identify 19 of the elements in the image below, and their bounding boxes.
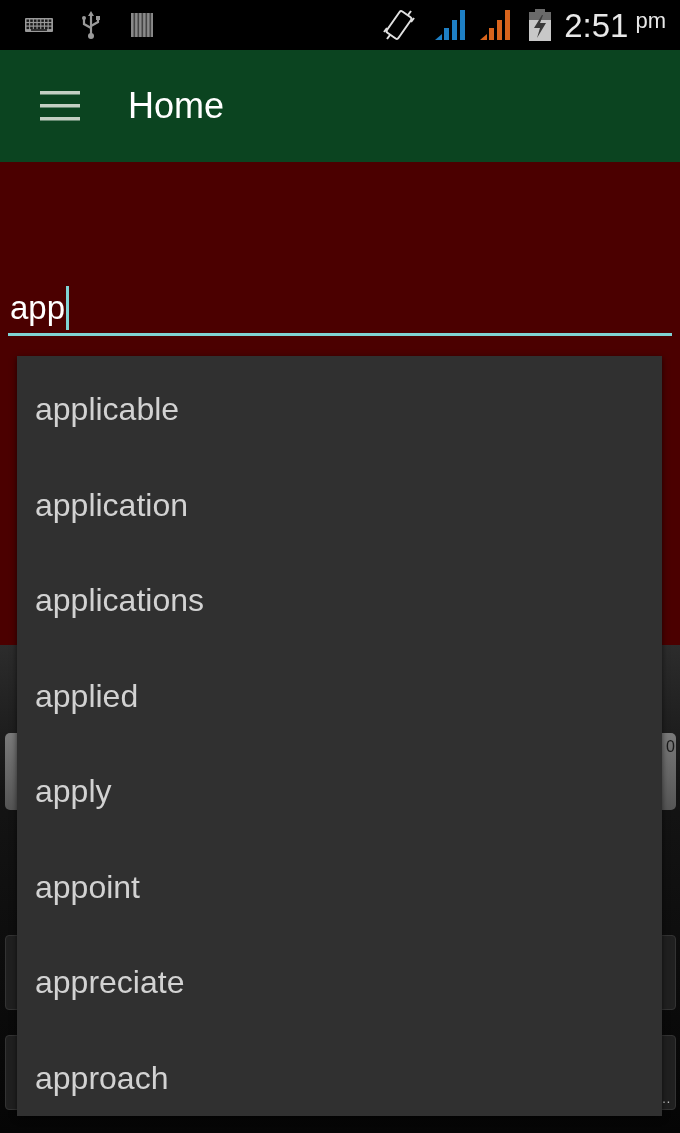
suggestion-item[interactable]: appoint (17, 839, 662, 935)
battery-charging-icon (529, 9, 552, 41)
text-field[interactable]: app (8, 282, 672, 336)
suggestion-item[interactable]: applicable (17, 362, 662, 458)
suggestion-item[interactable]: appreciate (17, 935, 662, 1031)
suggestion-item[interactable]: applications (17, 553, 662, 649)
usb-icon (81, 11, 101, 39)
clock-time: 2:51 (564, 8, 629, 42)
clock-suffix: pm (635, 10, 666, 32)
suggestion-item[interactable]: application (17, 457, 662, 553)
menu-button[interactable] (40, 91, 80, 121)
vibrating-phone-icon (383, 8, 416, 42)
keyboard-icon (25, 18, 53, 32)
suggestion-item[interactable]: apply (17, 744, 662, 840)
screen-title: Home (128, 85, 225, 127)
button-text: 0 (666, 739, 675, 755)
striped-block-icon (131, 13, 153, 37)
suggestion-item[interactable]: applied (17, 648, 662, 744)
menu-icon (40, 91, 80, 121)
